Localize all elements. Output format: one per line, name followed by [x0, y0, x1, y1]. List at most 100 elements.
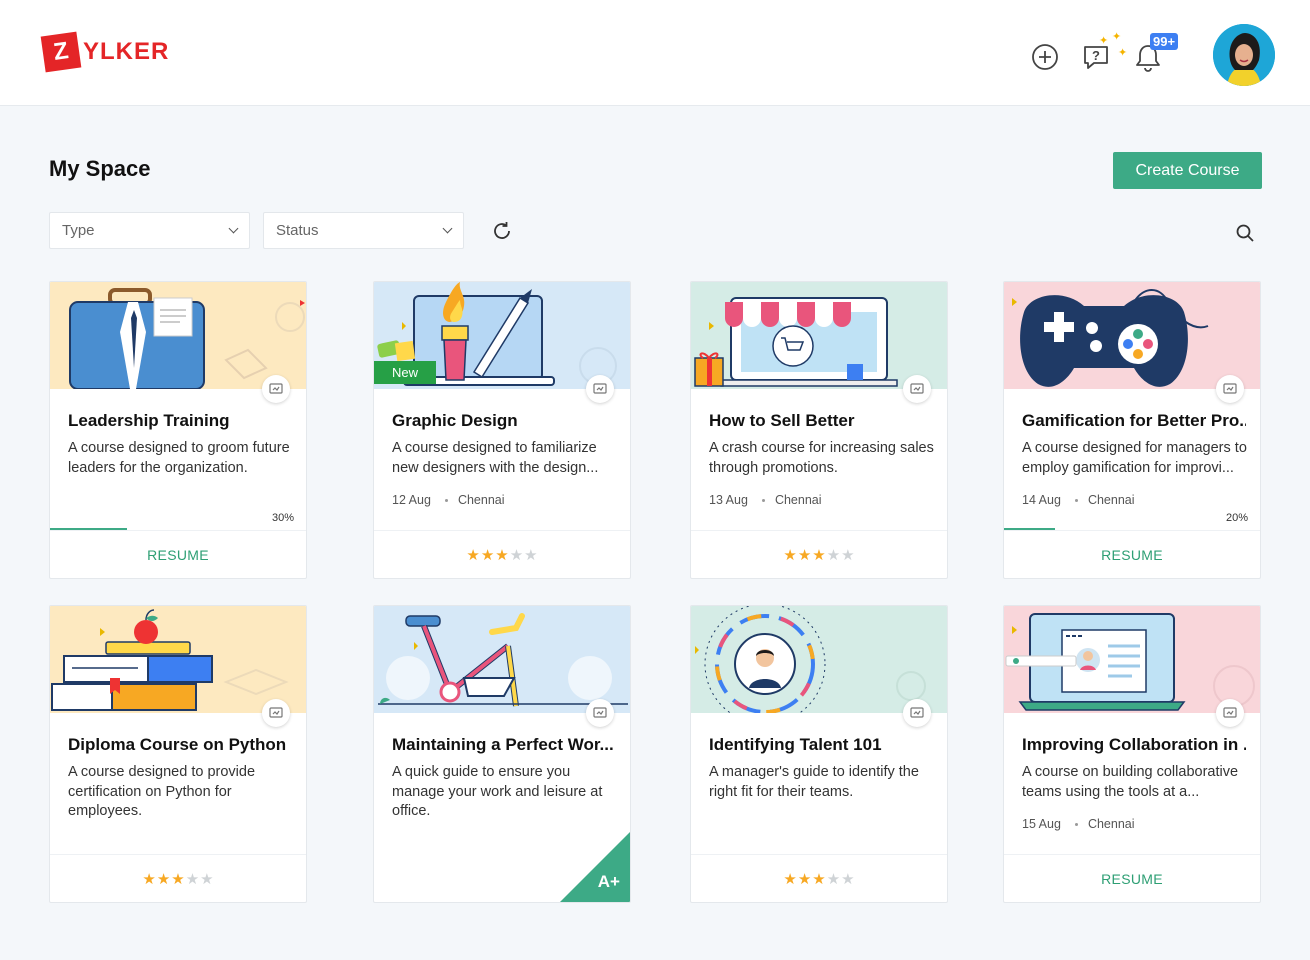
chevron-down-icon	[442, 223, 453, 234]
course-card-python[interactable]: Diploma Course on Python A course design…	[49, 605, 307, 903]
course-title[interactable]: Gamification for Better Pro...	[1022, 411, 1246, 431]
logo-mark: Z	[40, 31, 82, 73]
course-location: Chennai	[774, 493, 822, 507]
course-description: A course designed to provide certificati…	[68, 764, 256, 819]
svg-text:?: ?	[1092, 48, 1100, 63]
course-title[interactable]: Improving Collaboration in ...	[1022, 735, 1246, 755]
course-banner	[1004, 282, 1260, 389]
media-icon[interactable]	[903, 699, 931, 727]
course-date: 12 Aug	[392, 493, 431, 507]
course-card-work-leisure[interactable]: Maintaining a Perfect Wor... A quick gui…	[373, 605, 631, 903]
resume-button[interactable]: RESUME	[147, 547, 209, 563]
media-icon[interactable]	[262, 375, 290, 403]
star-empty-icon: ★	[185, 870, 200, 888]
search-icon[interactable]	[1234, 222, 1256, 244]
course-title[interactable]: Leadership Training	[68, 411, 292, 431]
course-date: 13 Aug	[709, 493, 748, 507]
course-description: A course designed to familiarize new des…	[392, 440, 599, 476]
type-filter-label: Type	[62, 222, 95, 239]
status-filter-select[interactable]: Status	[263, 212, 464, 249]
course-banner	[1004, 606, 1260, 713]
course-date: 14 Aug	[1022, 493, 1061, 507]
course-card-collaboration[interactable]: Improving Collaboration in ... A course …	[1003, 605, 1261, 903]
star-empty-icon: ★	[200, 870, 214, 888]
course-location: Chennai	[1087, 817, 1135, 831]
type-filter-select[interactable]: Type	[49, 212, 250, 249]
course-card-sell-better[interactable]: How to Sell Better A crash course for in…	[690, 281, 948, 579]
card-footer: ★ ★ ★ ★ ★	[691, 854, 947, 902]
star-empty-icon: ★	[841, 546, 855, 564]
user-avatar[interactable]	[1213, 24, 1275, 86]
course-location: Chennai	[1087, 493, 1135, 507]
course-banner	[50, 606, 306, 713]
logo-wordmark: YLKER	[83, 38, 170, 65]
resume-button[interactable]: RESUME	[1101, 871, 1163, 887]
course-banner	[50, 282, 306, 389]
card-footer: ★ ★ ★ ★ ★	[374, 530, 630, 578]
sparkle-icon: ✦	[1099, 35, 1109, 47]
star-filled-icon: ★	[495, 546, 509, 564]
top-header: Z YLKER ? ✦ ✦ ✦ 99+	[0, 0, 1310, 106]
card-footer: ★ ★ ★ ★ ★	[691, 530, 947, 578]
star-empty-icon: ★	[509, 546, 524, 564]
course-description: A course designed for managers to employ…	[1022, 440, 1247, 476]
card-footer: RESUME	[50, 530, 306, 578]
course-meta: 15 Aug Chennai	[1022, 817, 1135, 831]
create-course-button[interactable]: Create Course	[1113, 152, 1262, 189]
course-card-leadership[interactable]: Leadership Training A course designed to…	[49, 281, 307, 579]
star-empty-icon: ★	[841, 870, 855, 888]
progress-percent: 30%	[271, 512, 294, 524]
star-filled-icon: ★	[797, 546, 812, 564]
course-description: A manager's guide to identify the right …	[709, 764, 919, 800]
status-filter-label: Status	[276, 222, 319, 239]
course-title[interactable]: Graphic Design	[392, 411, 616, 431]
course-banner	[374, 606, 630, 713]
course-banner	[691, 606, 947, 713]
card-footer: ★ ★ ★ ★ ★	[50, 854, 306, 902]
page-title: My Space	[49, 156, 151, 181]
course-title[interactable]: Diploma Course on Python	[68, 735, 292, 755]
star-filled-icon: ★	[783, 870, 797, 888]
resume-button[interactable]: RESUME	[1101, 547, 1163, 563]
course-meta: 14 Aug Chennai	[1022, 493, 1135, 507]
star-filled-icon: ★	[797, 870, 812, 888]
progress-percent: 20%	[1225, 512, 1248, 524]
course-title[interactable]: Maintaining a Perfect Wor...	[392, 735, 616, 755]
media-icon[interactable]	[262, 699, 290, 727]
course-banner	[691, 282, 947, 389]
rating-stars: ★ ★ ★ ★ ★	[783, 548, 854, 563]
notification-badge: 99+	[1150, 33, 1179, 50]
star-empty-icon: ★	[826, 870, 841, 888]
course-card-gamification[interactable]: Gamification for Better Pro... A course …	[1003, 281, 1261, 579]
rating-stars: ★ ★ ★ ★ ★	[466, 548, 537, 563]
course-location: Chennai	[457, 493, 505, 507]
course-description: A crash course for increasing sales thro…	[709, 440, 934, 476]
media-icon[interactable]	[903, 375, 931, 403]
star-filled-icon: ★	[466, 546, 480, 564]
star-filled-icon: ★	[142, 870, 156, 888]
course-card-identifying-talent[interactable]: Identifying Talent 101 A manager's guide…	[690, 605, 948, 903]
course-description: A course on building collaborative teams…	[1022, 764, 1239, 800]
course-card-graphic-design[interactable]: New Graphic Design A course designed to …	[373, 281, 631, 579]
rating-stars: ★ ★ ★ ★ ★	[142, 872, 213, 887]
course-description: A quick guide to ensure you manage your …	[392, 764, 603, 818]
media-icon[interactable]	[586, 375, 614, 403]
refresh-icon[interactable]	[490, 219, 514, 243]
new-tag: New	[374, 361, 437, 384]
media-icon[interactable]	[586, 699, 614, 727]
rating-stars: ★ ★ ★ ★ ★	[783, 872, 854, 887]
media-icon[interactable]	[1216, 375, 1244, 403]
media-icon[interactable]	[1216, 699, 1244, 727]
star-filled-icon: ★	[812, 870, 826, 888]
chevron-down-icon	[228, 223, 239, 234]
star-empty-icon: ★	[826, 546, 841, 564]
course-date: 15 Aug	[1022, 817, 1061, 831]
course-description: A course designed to groom future leader…	[68, 440, 290, 476]
zylker-logo[interactable]: Z YLKER	[40, 31, 170, 73]
add-circle-icon[interactable]	[1030, 42, 1060, 72]
card-footer: RESUME	[1004, 854, 1260, 902]
course-title[interactable]: How to Sell Better	[709, 411, 933, 431]
sparkle-icon: ✦	[1112, 31, 1122, 43]
card-footer: RESUME	[1004, 530, 1260, 578]
course-title[interactable]: Identifying Talent 101	[709, 735, 933, 755]
